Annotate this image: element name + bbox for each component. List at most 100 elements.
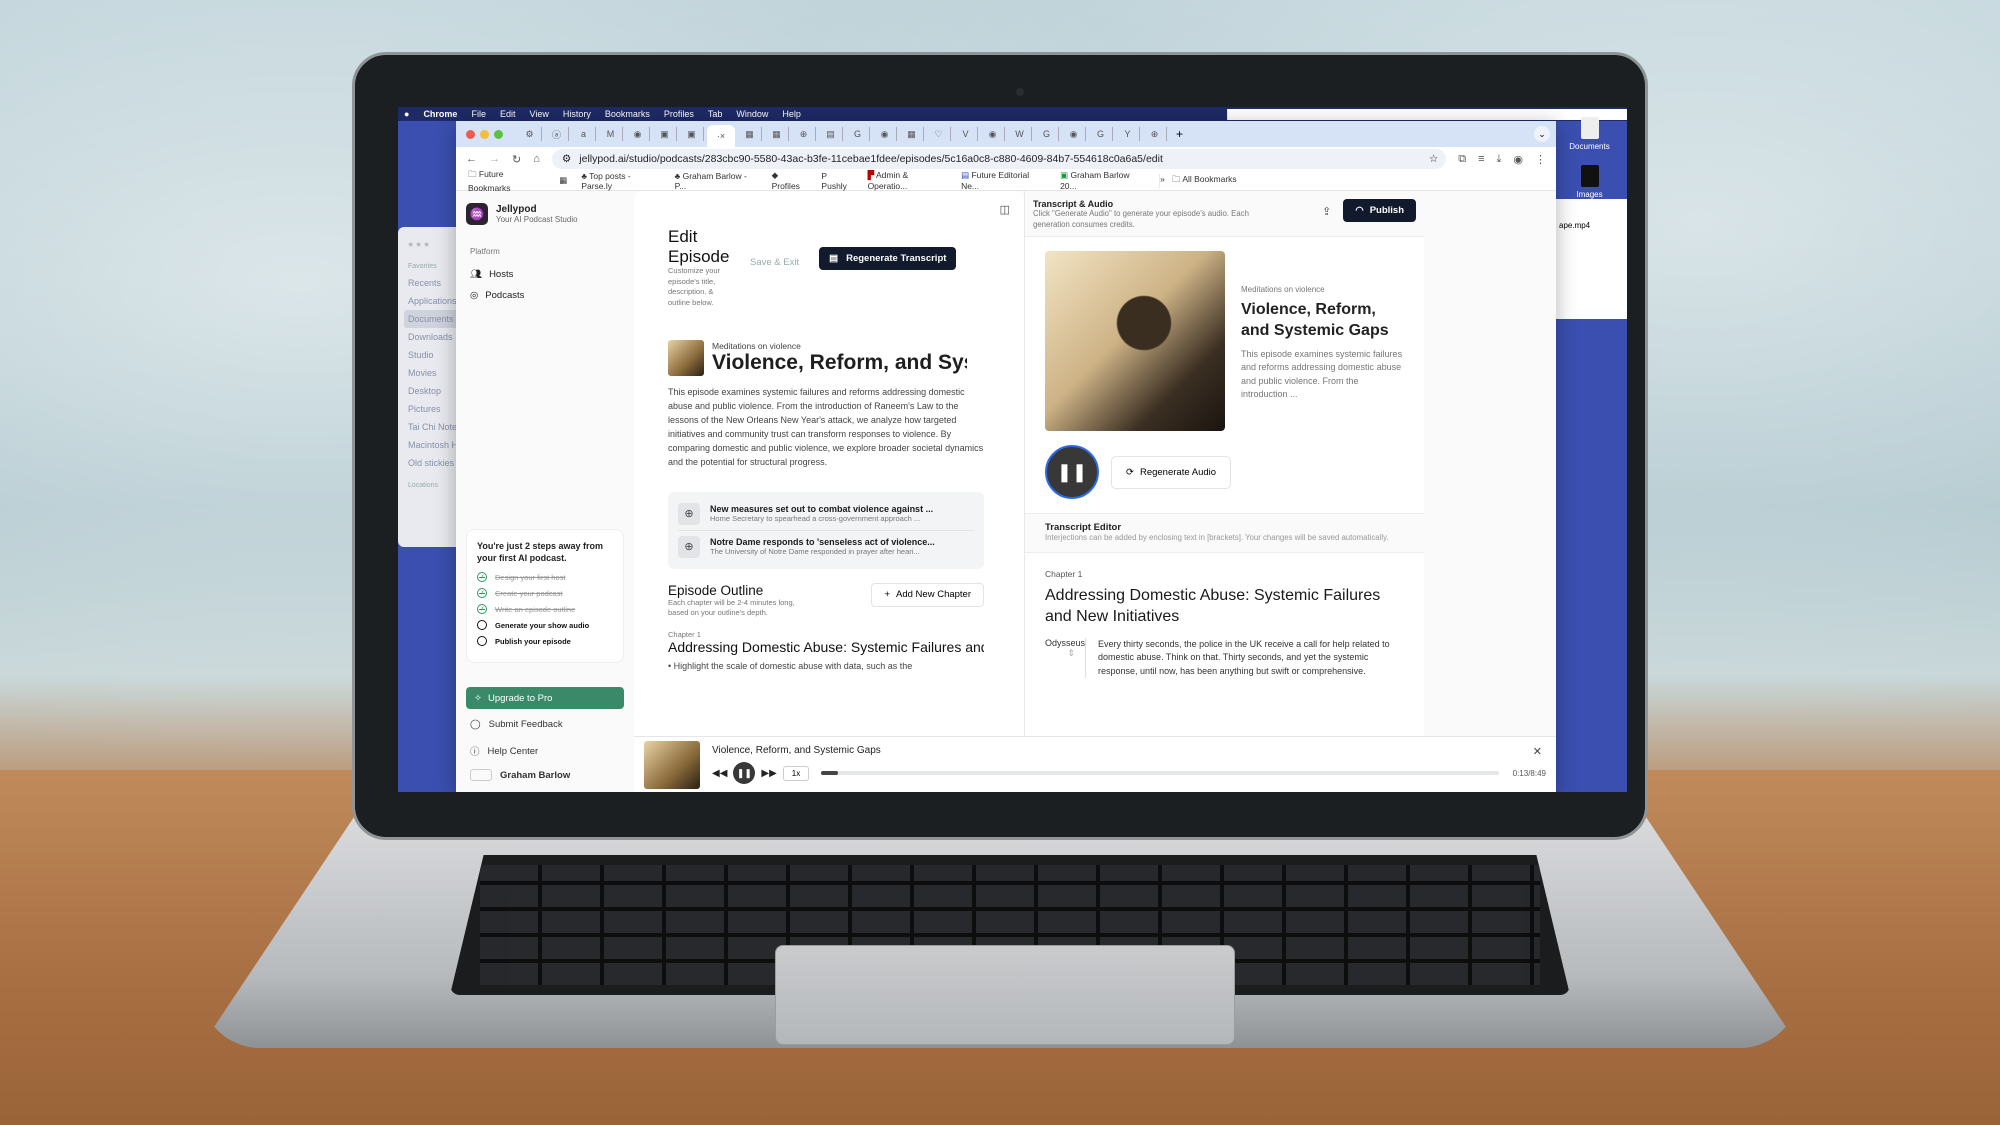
onboarding-step[interactable]: ✓ Create your podcast xyxy=(477,588,613,599)
onboarding-step[interactable]: Publish your episode xyxy=(477,636,613,647)
browser-tab[interactable]: ◉ xyxy=(626,127,650,141)
user-menu[interactable]: Graham Barlow xyxy=(470,769,570,781)
browser-tab[interactable]: a xyxy=(572,127,596,141)
extensions-icon[interactable]: ⧉ xyxy=(1458,153,1466,166)
playback-speed-button[interactable]: 1x xyxy=(782,765,810,781)
desktop-images[interactable]: Images xyxy=(1562,165,1617,199)
close-window-button[interactable] xyxy=(466,129,475,139)
url-text[interactable]: jellypod.ai/studio/podcasts/283cbc90-558… xyxy=(579,153,1163,165)
menu-file[interactable]: File xyxy=(471,109,486,119)
home-icon[interactable]: ⌂ xyxy=(533,153,540,165)
menu-window[interactable]: Window xyxy=(736,109,768,119)
episode-description-input[interactable]: This episode examines systemic failures … xyxy=(668,386,984,470)
browser-tab[interactable]: ▣ xyxy=(680,127,704,141)
browser-tab[interactable]: ▦ xyxy=(765,127,789,141)
save-exit-button[interactable]: Save & Exit xyxy=(750,257,799,268)
brand[interactable]: ♒ Jellypod Your AI Podcast Studio xyxy=(466,203,624,225)
tab-active[interactable]: · × xyxy=(707,125,735,147)
browser-tab[interactable]: G xyxy=(1035,127,1059,141)
browser-tab[interactable]: ⚙ xyxy=(518,127,542,141)
share-icon[interactable]: ⇪ xyxy=(1322,205,1331,218)
all-bookmarks[interactable]: » 🗀 All Bookmarks xyxy=(1159,173,1544,188)
browser-tab[interactable]: ▣ xyxy=(653,127,677,141)
browser-tab[interactable]: ▦ xyxy=(900,127,924,141)
onboarding-step[interactable]: ✓ Write an episode outline xyxy=(477,604,613,615)
menu-kebab-icon[interactable]: ⋮ xyxy=(1535,153,1546,166)
apps-grid-icon[interactable]: ▦ xyxy=(559,175,567,186)
bookmark[interactable]: ▤ Future Editorial Ne... xyxy=(961,170,1046,191)
maximize-window-button[interactable] xyxy=(494,129,503,139)
episode-artwork[interactable] xyxy=(668,340,704,377)
browser-tab[interactable]: V xyxy=(954,127,978,141)
sidebar-item-hosts[interactable]: 👥︎ Hosts xyxy=(466,264,624,285)
browser-tab[interactable]: ⊕ xyxy=(792,127,816,141)
onboarding-step[interactable]: Generate your show audio xyxy=(477,620,613,631)
regenerate-audio-button[interactable]: ⟳ Regenerate Audio xyxy=(1111,455,1232,489)
bookmark[interactable]: P Pushly xyxy=(821,171,853,191)
sidebar-item-podcasts[interactable]: ◎ Podcasts xyxy=(466,285,624,306)
address-bar[interactable]: ⚙ jellypod.ai/studio/podcasts/283cbc90-5… xyxy=(551,149,1447,169)
bookmark[interactable]: ▣ Graham Barlow 20... xyxy=(1060,170,1145,191)
episode-title-input[interactable]: Violence, Reform, and Systemic Gaps xyxy=(712,351,967,375)
browser-tab[interactable]: ♡ xyxy=(927,127,951,141)
menu-tab[interactable]: Tab xyxy=(708,109,723,119)
source-item[interactable]: ⊕ Notre Dame responds to 'senseless act … xyxy=(678,529,974,563)
browser-tab[interactable]: ▤ xyxy=(819,127,843,141)
bookmark-star-icon[interactable]: ☆ xyxy=(1429,153,1438,165)
transcript-line-input[interactable]: Every thirty seconds, the police in the … xyxy=(1085,637,1404,679)
source-item[interactable]: ⊕ New measures set out to combat violenc… xyxy=(678,498,974,530)
browser-tab[interactable]: ◉ xyxy=(981,127,1005,141)
status-icons[interactable]: ▣ ◉ ▥ ◧ ◐ ◑ ♪ ✱ ≋ ⌕ xyxy=(1228,109,1319,120)
browser-tab[interactable]: ⊕ xyxy=(1143,127,1167,141)
onboarding-step[interactable]: ✓ Design your first host xyxy=(477,572,613,583)
sidebar-toggle-icon[interactable]: ◫ xyxy=(1000,203,1010,216)
menu-app[interactable]: Chrome xyxy=(423,109,457,119)
browser-tab[interactable]: G xyxy=(846,127,870,141)
player-pause-button[interactable]: ❚❚ xyxy=(733,762,756,784)
menu-view[interactable]: View xyxy=(529,109,548,119)
forward-icon[interactable]: → xyxy=(489,153,500,165)
bookmark[interactable]: ♣ Top posts - Parse.ly xyxy=(581,171,660,191)
apple-icon[interactable]: ● xyxy=(404,109,409,119)
close-tab-icon[interactable]: × xyxy=(720,131,725,141)
bookmark-folder[interactable]: 🗀 Future Bookmarks xyxy=(468,169,545,193)
browser-tab[interactable]: ▦ xyxy=(738,127,762,141)
speaker-select[interactable]: Odysseus ⇕ xyxy=(1045,638,1085,679)
progress-slider[interactable] xyxy=(821,771,1499,775)
download-icon[interactable]: ⤓ xyxy=(1497,153,1502,166)
media-icon[interactable]: ≡ xyxy=(1478,153,1484,165)
bookmark[interactable]: ▛ Admin & Operatio... xyxy=(868,170,948,191)
profile-avatar[interactable]: ◉ xyxy=(1513,153,1523,166)
rewind-icon[interactable]: ◀◀ xyxy=(712,768,727,779)
regenerate-transcript-button[interactable]: ▤ Regenerate Transcript xyxy=(819,247,957,270)
bookmark[interactable]: ♣ Graham Barlow - P... xyxy=(675,171,758,191)
add-chapter-button[interactable]: + Add New Chapter xyxy=(871,582,984,607)
file-name[interactable]: ape.mp4 xyxy=(1559,221,1590,230)
back-icon[interactable]: ← xyxy=(466,153,477,165)
menu-profiles[interactable]: Profiles xyxy=(664,109,694,119)
bookmark[interactable]: ◆ Profiles xyxy=(772,170,808,191)
menu-edit[interactable]: Edit xyxy=(500,109,516,119)
new-tab-button[interactable]: + xyxy=(1176,127,1183,141)
browser-tab[interactable]: ◉ xyxy=(873,127,897,141)
chapter-bullet[interactable]: • Highlight the scale of domestic abuse … xyxy=(668,661,984,671)
fast-forward-icon[interactable]: ▶▶ xyxy=(761,768,776,779)
menu-bookmarks[interactable]: Bookmarks xyxy=(605,109,650,119)
chapter-title-input[interactable]: Addressing Domestic Abuse: Systemic Fail… xyxy=(668,639,984,655)
reload-icon[interactable]: ↻ xyxy=(512,153,521,166)
close-player-icon[interactable]: ✕ xyxy=(1533,745,1542,758)
browser-tab[interactable]: M xyxy=(599,127,623,141)
menu-help[interactable]: Help xyxy=(782,109,801,119)
upgrade-button[interactable]: ✧ Upgrade to Pro xyxy=(466,687,624,709)
browser-tab[interactable]: ⓐ xyxy=(545,127,569,141)
browser-tab[interactable]: W xyxy=(1008,127,1032,141)
browser-tab[interactable]: ◉ xyxy=(1062,127,1086,141)
browser-tab[interactable]: G xyxy=(1089,127,1113,141)
tab-search-button[interactable]: ⌄ xyxy=(1534,126,1550,142)
menu-history[interactable]: History xyxy=(563,109,591,119)
site-settings-icon[interactable]: ⚙ xyxy=(562,153,571,165)
submit-feedback-link[interactable]: ◯ Submit Feedback xyxy=(470,719,563,730)
publish-button[interactable]: ◠ Publish xyxy=(1343,199,1416,222)
browser-tab[interactable]: Y xyxy=(1116,127,1140,141)
minimize-window-button[interactable] xyxy=(480,129,489,139)
